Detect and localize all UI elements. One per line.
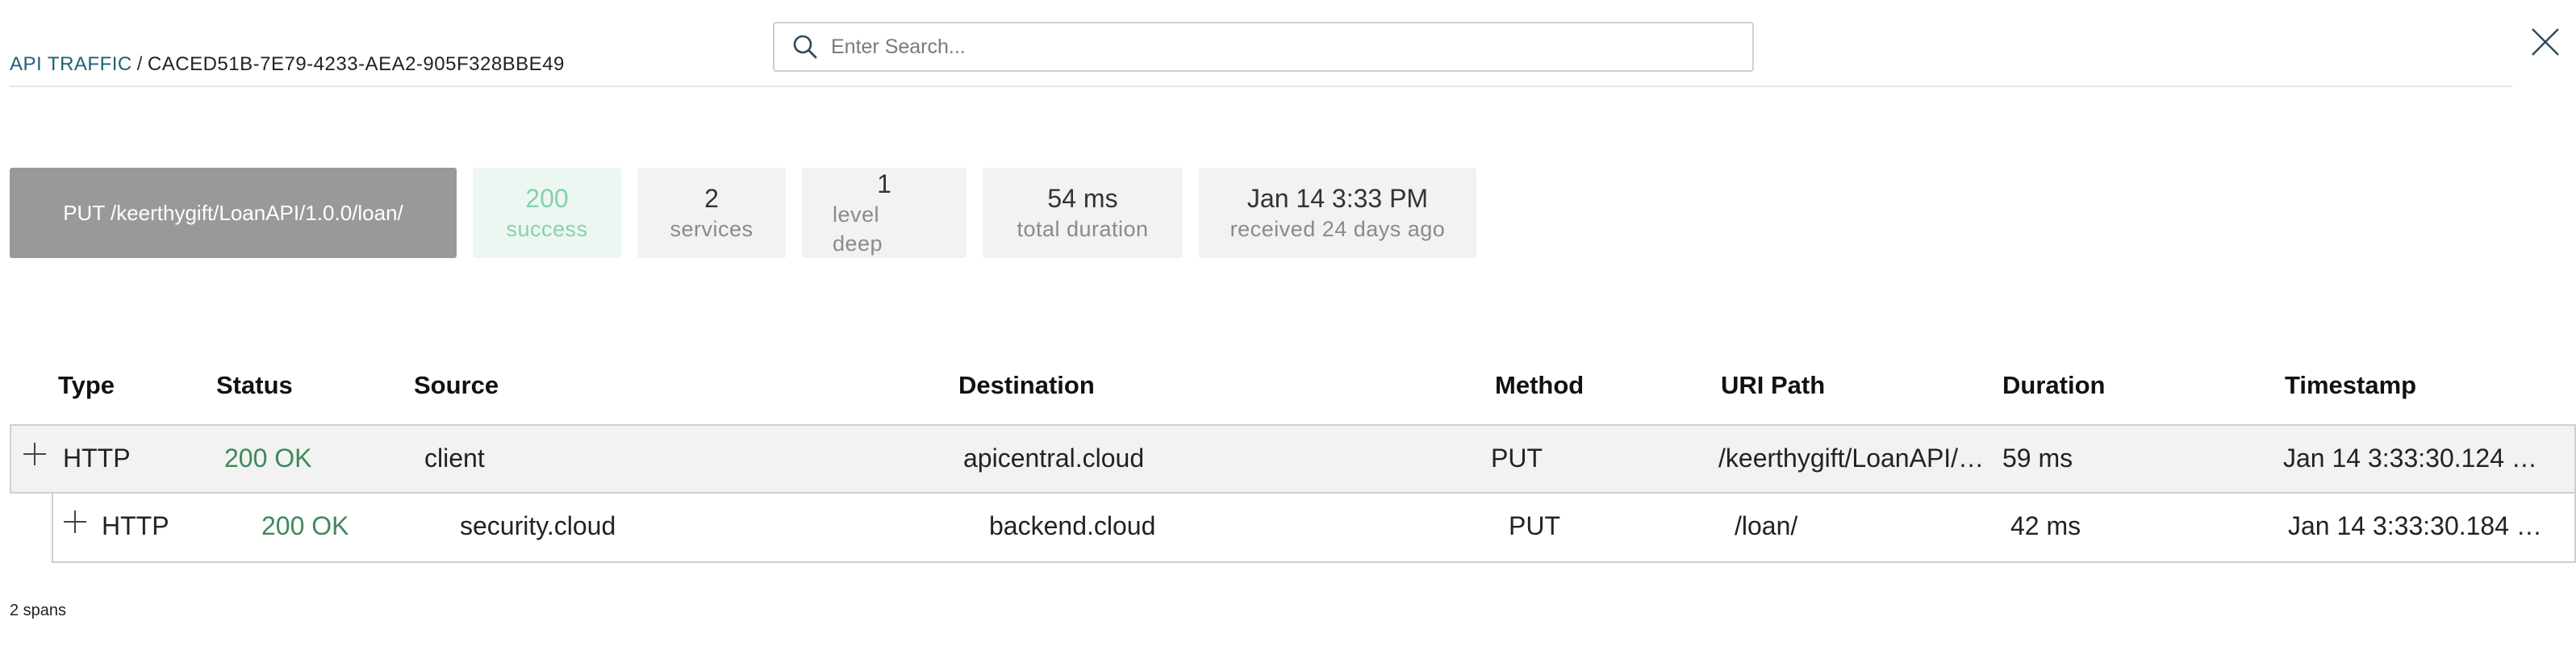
close-button[interactable] xyxy=(2529,26,2561,58)
row-timestamp: Jan 14 3:33:30.184 PM xyxy=(2288,511,2551,540)
expand-row-button[interactable] xyxy=(21,440,48,468)
row-source: security.cloud xyxy=(460,511,616,540)
row-duration: 59 ms xyxy=(2002,444,2073,473)
row-duration: 42 ms xyxy=(2010,511,2081,540)
search-box[interactable] xyxy=(773,22,1754,72)
depth-label: level deep xyxy=(833,202,883,256)
plus-icon xyxy=(23,443,46,465)
breadcrumb-api-traffic-link[interactable]: API TRAFFIC xyxy=(10,53,132,75)
column-header-uri-path[interactable]: URI Path xyxy=(1721,371,1825,400)
depth-card: 1 level deep xyxy=(802,168,967,258)
table-row[interactable]: HTTP 200 OK security.cloud backend.cloud… xyxy=(52,494,2576,563)
breadcrumb-separator: / xyxy=(136,53,143,75)
row-source: client xyxy=(424,444,485,473)
duration-card: 54 ms total duration xyxy=(983,168,1183,258)
row-timestamp: Jan 14 3:33:30.124 PM xyxy=(2283,444,2549,473)
expand-row-button[interactable] xyxy=(61,508,89,535)
column-header-duration[interactable]: Duration xyxy=(2002,371,2105,400)
table-header: Type Status Source Destination Method UR… xyxy=(10,361,2576,426)
column-header-source[interactable]: Source xyxy=(414,371,499,400)
spans-table: Type Status Source Destination Method UR… xyxy=(10,361,2576,563)
received-card: Jan 14 3:33 PM received 24 days ago xyxy=(1199,168,1476,258)
status-code: 200 xyxy=(525,184,569,213)
search-icon xyxy=(791,32,820,61)
endpoint-card: PUT /keerthygift/LoanAPI/1.0.0/loan/ xyxy=(10,168,457,258)
row-uri-path: /loan/ xyxy=(1735,511,1798,540)
row-status: 200 OK xyxy=(224,444,312,473)
search-input[interactable] xyxy=(831,35,1718,59)
span-count: 2 spans xyxy=(10,602,67,619)
services-count: 2 xyxy=(704,184,719,213)
received-ago-label: received 24 days ago xyxy=(1230,217,1446,241)
services-card: 2 services xyxy=(637,168,786,258)
header-divider xyxy=(10,85,2512,87)
row-destination: backend.cloud xyxy=(989,511,1156,540)
row-uri-path: /keerthygift/LoanAPI/1.0.0/loan/ xyxy=(1718,444,1985,473)
table-row[interactable]: HTTP 200 OK client apicentral.cloud PUT … xyxy=(10,424,2576,494)
column-header-type[interactable]: Type xyxy=(58,371,115,400)
row-type: HTTP xyxy=(102,511,169,540)
services-label: services xyxy=(670,217,754,241)
column-header-status[interactable]: Status xyxy=(216,371,293,400)
column-header-destination[interactable]: Destination xyxy=(958,371,1095,400)
plus-icon xyxy=(64,510,86,533)
close-icon xyxy=(2532,28,2559,56)
row-method: PUT xyxy=(1491,444,1543,473)
status-label: success xyxy=(506,217,588,241)
row-method: PUT xyxy=(1509,511,1560,540)
breadcrumb-current-trace-id: CACED51B-7E79-4233-AEA2-905F328BBE49 xyxy=(147,53,565,75)
total-duration-value: 54 ms xyxy=(1047,184,1118,213)
column-header-timestamp[interactable]: Timestamp xyxy=(2285,371,2416,400)
row-type: HTTP xyxy=(63,444,131,473)
row-status: 200 OK xyxy=(261,511,349,540)
status-card: 200 success xyxy=(473,168,621,258)
received-time: Jan 14 3:33 PM xyxy=(1246,184,1429,213)
trace-summary: PUT /keerthygift/LoanAPI/1.0.0/loan/ 200… xyxy=(10,168,1476,258)
endpoint-value: PUT /keerthygift/LoanAPI/1.0.0/loan/ xyxy=(63,201,403,225)
column-header-method[interactable]: Method xyxy=(1495,371,1584,400)
breadcrumb: API TRAFFIC / CACED51B-7E79-4233-AEA2-905F… xyxy=(10,53,565,76)
depth-value: 1 xyxy=(877,169,891,198)
row-destination: apicentral.cloud xyxy=(963,444,1145,473)
total-duration-label: total duration xyxy=(1017,217,1149,241)
